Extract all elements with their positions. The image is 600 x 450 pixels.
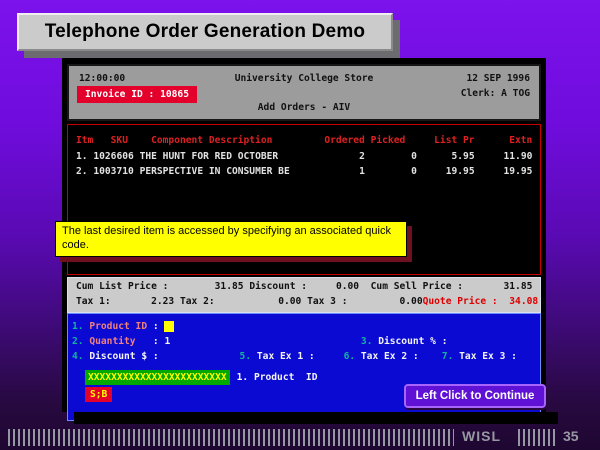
- text-segment: 2.: [76, 166, 88, 177]
- text-segment: 0.00: [400, 296, 423, 307]
- text-segment: 19.95: [446, 166, 475, 177]
- text-segment: Quote Price :: [423, 296, 498, 307]
- text-segment: 0: [411, 166, 417, 177]
- text-segment: Discount :: [249, 281, 307, 292]
- footer-barcode-right: [518, 429, 555, 446]
- totals-line-2: Tax 1: 2.23 Tax 2: 0.00 Tax 3 : 0.00Quot…: [68, 295, 540, 310]
- text-segment: 5.95: [452, 151, 475, 162]
- text-segment: 6.: [344, 351, 356, 362]
- text-segment: 19.95: [504, 166, 533, 177]
- text-cursor[interactable]: [164, 321, 174, 332]
- text-segment: PERSPECTIVE IN CONSUMER BE: [140, 166, 290, 177]
- text-segment: THE HUNT FOR RED OCTOBER: [140, 151, 279, 162]
- slide-title: Telephone Order Generation Demo: [45, 21, 365, 43]
- footer-brand: WISL: [462, 428, 501, 444]
- text-segment: Product ID: [89, 321, 147, 332]
- text-segment: 34.08: [509, 296, 538, 307]
- text-segment: 31.85: [504, 281, 533, 292]
- text-segment: Tax 1:: [76, 296, 111, 307]
- table-header-row: Itm SKU Component Description Ordered Pi…: [68, 133, 540, 149]
- text-segment: Quantity: [89, 336, 135, 347]
- text-segment: :: [153, 351, 159, 362]
- terminal-header: 12:00:00 University College Store 12 SEP…: [67, 64, 541, 121]
- form-line-2: 2. Quantity : 1 3. Discount % :: [68, 334, 540, 349]
- status-code-badge: S;B: [85, 387, 112, 402]
- order-date: 12 SEP 1996: [466, 73, 530, 84]
- clerk-name: Clerk: A TOG: [461, 88, 530, 99]
- text-segment: 1.: [72, 321, 84, 332]
- footer-barcode-left: [8, 429, 454, 446]
- text-segment: :: [511, 351, 517, 362]
- text-segment: 31.85: [215, 281, 244, 292]
- text-segment: :: [153, 321, 159, 332]
- mode-text: Add Orders - AIV: [69, 102, 539, 113]
- slide: Telephone Order Generation Demo 12:00:00…: [0, 0, 600, 450]
- totals-panel: Cum List Price : 31.85 Discount : 0.00 C…: [67, 277, 541, 313]
- text-segment: Extn: [509, 135, 532, 146]
- text-segment: 2.23: [151, 296, 174, 307]
- text-segment: Cum List Price :: [76, 281, 168, 292]
- text-segment: 1: [164, 336, 170, 347]
- text-segment: Discount %: [378, 336, 436, 347]
- text-segment: :: [153, 336, 159, 347]
- invoice-badge: Invoice ID : 10865: [77, 86, 197, 103]
- totals-line-1: Cum List Price : 31.85 Discount : 0.00 C…: [68, 280, 540, 295]
- text-segment: 11.90: [504, 151, 533, 162]
- text-segment: :: [309, 351, 315, 362]
- form-line-3: 4. Discount $ : 5. Tax Ex 1 : 6. Tax Ex …: [68, 349, 540, 364]
- text-segment: 0.00: [278, 296, 301, 307]
- text-segment: 3.: [361, 336, 373, 347]
- text-segment: Tax Ex 2: [361, 351, 407, 362]
- text-segment: 0.00: [336, 281, 359, 292]
- text-segment: Cum Sell Price :: [371, 281, 463, 292]
- text-segment: :: [442, 336, 448, 347]
- text-segment: Tax Ex 3: [459, 351, 505, 362]
- text-segment: List Pr: [434, 135, 474, 146]
- text-segment: 1: [359, 166, 365, 177]
- page-number: 35: [563, 428, 579, 444]
- product-input-label: 1. Product ID: [237, 372, 318, 383]
- text-segment: Itm: [76, 135, 93, 146]
- text-segment: 1003710: [93, 166, 133, 177]
- order-row-2: 2. 1003710 PERSPECTIVE IN CONSUMER BE 1 …: [68, 164, 540, 180]
- text-segment: Ordered: [324, 135, 364, 146]
- text-segment: 1026606: [93, 151, 133, 162]
- form-line-1: 1. Product ID :: [68, 319, 540, 334]
- text-segment: Tax 2:: [180, 296, 215, 307]
- text-segment: SKU: [111, 135, 128, 146]
- text-segment: 4.: [72, 351, 84, 362]
- product-input-row: XXXXXXXXXXXXXXXXXXXXXXXX 1. Product ID: [85, 370, 318, 385]
- continue-button[interactable]: Left Click to Continue: [404, 384, 546, 408]
- text-segment: 0: [411, 151, 417, 162]
- text-segment: Discount $: [89, 351, 147, 362]
- callout-note: The last desired item is accessed by spe…: [55, 221, 407, 257]
- product-input-mask[interactable]: XXXXXXXXXXXXXXXXXXXXXXXX: [85, 370, 230, 385]
- text-segment: 2: [359, 151, 365, 162]
- text-segment: 1.: [76, 151, 88, 162]
- text-segment: 2.: [72, 336, 84, 347]
- text-segment: 7.: [442, 351, 454, 362]
- text-segment: :: [413, 351, 419, 362]
- order-row-1: 1. 1026606 THE HUNT FOR RED OCTOBER 2 0 …: [68, 149, 540, 165]
- text-segment: Tax 3 :: [307, 296, 347, 307]
- slide-title-box: Telephone Order Generation Demo: [17, 13, 393, 51]
- text-segment: 5.: [240, 351, 252, 362]
- text-segment: Tax Ex 1: [257, 351, 303, 362]
- text-segment: Component Description: [151, 135, 272, 146]
- text-segment: Picked: [371, 135, 406, 146]
